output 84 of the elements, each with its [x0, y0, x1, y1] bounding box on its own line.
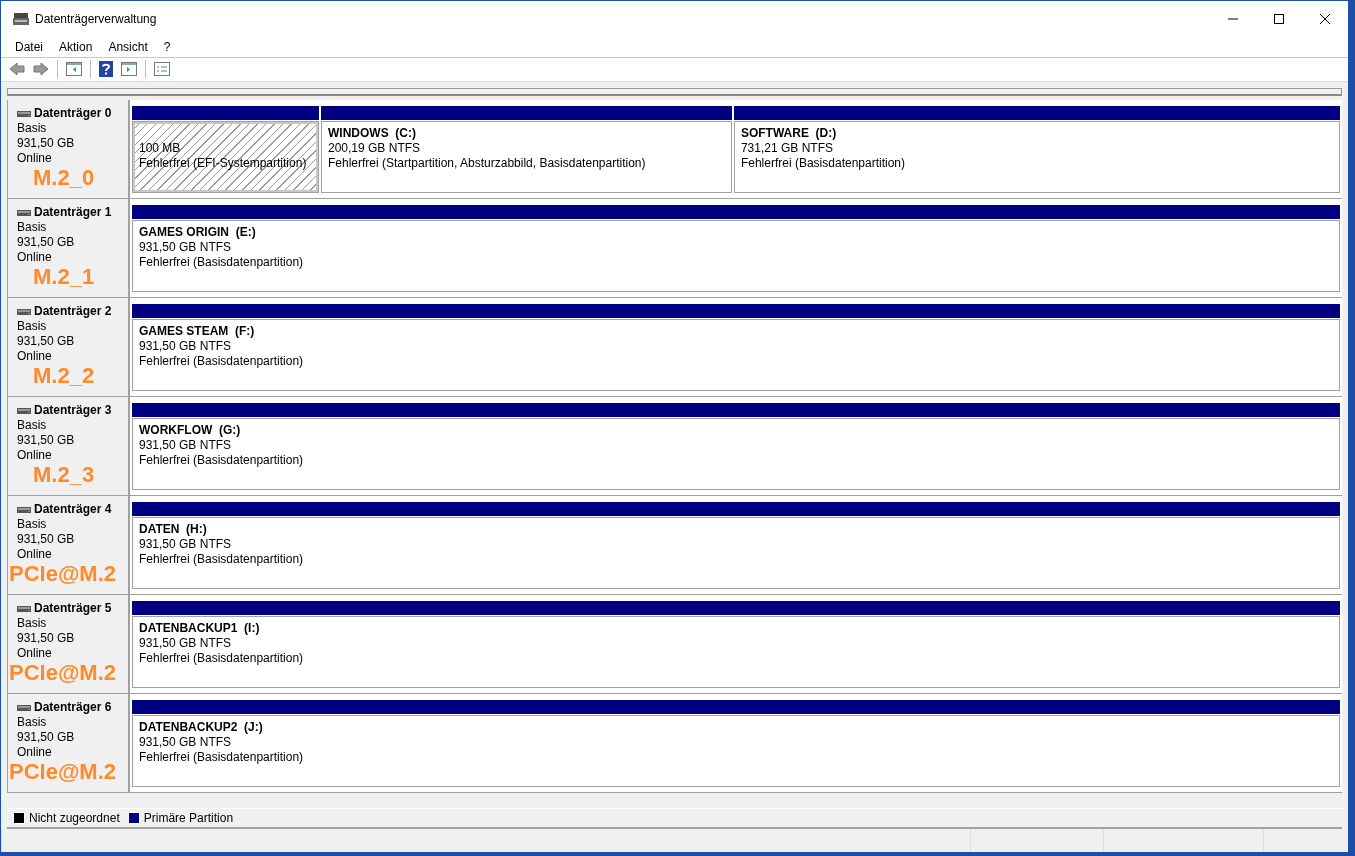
- partition-size: 931,50 GB NTFS: [139, 339, 233, 355]
- disk-annotation: PCIe@M.2: [9, 661, 118, 686]
- legend-label: Primäre Partition: [143, 811, 234, 826]
- partition-status: Fehlerfrei (Startpartition, Absturzabbild, Basisdatenpartition): [328, 156, 647, 172]
- disk-annotation: M.2_3: [33, 463, 96, 488]
- menu-item[interactable]: ?: [155, 37, 179, 57]
- disk-capacity: 931,50 GB: [17, 334, 76, 350]
- disk-type: Basis: [17, 517, 48, 533]
- window-title: Datenträgerverwaltung: [35, 12, 158, 26]
- disk-type: Basis: [17, 319, 48, 335]
- disk-title: Datenträger 3: [34, 403, 112, 419]
- disk-capacity: 931,50 GB: [17, 136, 76, 152]
- menu-item[interactable]: Ansicht: [100, 37, 156, 57]
- partition-name: DATEN (H:): [139, 522, 208, 538]
- partition-status: Fehlerfrei (Basisdatenpartition): [139, 552, 305, 568]
- partition-block[interactable]: DATENBACKUP1 (I:) 931,50 GB NTFS Fehlerfrei (Basisdatenpartition): [132, 616, 1340, 689]
- disk-manager-icon: [13, 12, 29, 26]
- disk-type: Basis: [17, 715, 48, 731]
- partition-name: GAMES ORIGIN (E:): [139, 225, 257, 241]
- disk-title: Datenträger 1: [34, 205, 112, 221]
- disk-status: Online: [17, 349, 53, 365]
- disk-title: Datenträger 6: [34, 700, 112, 716]
- partition-status: Fehlerfrei (EFI-Systempartition): [139, 156, 308, 172]
- partition-status: Fehlerfrei (Basisdatenpartition): [139, 255, 305, 271]
- partition-size: 200,19 GB NTFS: [328, 141, 422, 157]
- partition-status: Fehlerfrei (Basisdatenpartition): [139, 453, 305, 469]
- disk-info-panel[interactable]: Datenträger 4 Basis 931,50 GB Online PCIe@M.2: [8, 496, 130, 595]
- disk-type: Basis: [17, 220, 48, 236]
- disk-title: Datenträger 0: [34, 106, 112, 122]
- partition-block[interactable]: GAMES STEAM (F:) 931,50 GB NTFS Fehlerfrei (Basisdatenpartition): [132, 319, 1340, 392]
- disk-annotation: M.2_0: [33, 166, 96, 191]
- disk-annotation: PCIe@M.2: [9, 760, 118, 785]
- partition-block[interactable]: DATENBACKUP2 (J:) 931,50 GB NTFS Fehlerfrei (Basisdatenpartition): [132, 715, 1340, 788]
- disk-title: Datenträger 5: [34, 601, 112, 617]
- partition-name: DATENBACKUP2 (J:): [139, 720, 264, 736]
- partition-size: 100 MB: [139, 141, 182, 157]
- disk-status: Online: [17, 250, 53, 266]
- disk-annotation: PCIe@M.2: [9, 562, 118, 587]
- disk-capacity: 931,50 GB: [17, 631, 76, 647]
- disk-status: Online: [17, 448, 53, 464]
- disk-type: Basis: [17, 616, 48, 632]
- disk-status: Online: [17, 547, 53, 563]
- disk-status: Online: [17, 151, 53, 167]
- partition-block[interactable]: WINDOWS (C:) 200,19 GB NTFS Fehlerfrei (Startpartition, Absturzabbild, Basisdatenpartition): [321, 121, 732, 194]
- disk-annotation: M.2_1: [33, 265, 96, 290]
- disk-info-panel[interactable]: Datenträger 5 Basis 931,50 GB Online PCIe@M.2: [8, 595, 130, 694]
- partition-block[interactable]: SOFTWARE (D:) 731,21 GB NTFS Fehlerfrei (Basisdatenpartition): [733, 121, 1340, 194]
- partition-size: 931,50 GB NTFS: [139, 240, 233, 256]
- partition-size: 931,50 GB NTFS: [139, 537, 233, 553]
- partition-size: 731,21 GB NTFS: [740, 141, 834, 157]
- disk-info-panel[interactable]: Datenträger 6 Basis 931,50 GB Online PCIe@M.2: [8, 694, 130, 793]
- disk-annotation: M.2_2: [33, 364, 96, 389]
- partition-size: 931,50 GB NTFS: [139, 735, 233, 751]
- disk-title: Datenträger 4: [34, 502, 112, 518]
- disk-capacity: 931,50 GB: [17, 433, 76, 449]
- partition-block[interactable]: WORKFLOW (G:) 931,50 GB NTFS Fehlerfrei (Basisdatenpartition): [132, 418, 1340, 491]
- partition-block[interactable]: DATEN (H:) 931,50 GB NTFS Fehlerfrei (Basisdatenpartition): [132, 517, 1340, 590]
- partition-name: SOFTWARE (D:): [740, 126, 838, 142]
- maximize-icon: [1274, 14, 1284, 24]
- partition-name: WINDOWS (C:): [328, 126, 417, 142]
- disk-capacity: 931,50 GB: [17, 235, 76, 251]
- legend-label: Nicht zugeordnet: [29, 811, 120, 826]
- partition-name: DATENBACKUP1 (I:): [139, 621, 261, 637]
- disk-type: Basis: [17, 418, 48, 434]
- partition-name: WORKFLOW (G:): [139, 423, 242, 439]
- menu-item[interactable]: Datei: [7, 37, 51, 57]
- disk-capacity: 931,50 GB: [17, 730, 76, 746]
- partition-status: Fehlerfrei (Basisdatenpartition): [139, 750, 305, 766]
- partition-size: 931,50 GB NTFS: [139, 636, 233, 652]
- partition-block[interactable]: GAMES ORIGIN (E:) 931,50 GB NTFS Fehlerfrei (Basisdatenpartition): [132, 220, 1340, 293]
- partition-status: Fehlerfrei (Basisdatenpartition): [139, 651, 305, 667]
- disk-status: Online: [17, 745, 53, 761]
- close-icon: [1320, 14, 1330, 24]
- partition-status: Fehlerfrei (Basisdatenpartition): [740, 156, 906, 172]
- disk-status: Online: [17, 646, 53, 662]
- partition-block[interactable]: 100 MB Fehlerfrei (EFI-Systempartition): [132, 121, 319, 194]
- partition-status: Fehlerfrei (Basisdatenpartition): [139, 354, 305, 370]
- partition-name: GAMES STEAM (F:): [139, 324, 256, 340]
- disk-capacity: 931,50 GB: [17, 532, 76, 548]
- partition-size: 931,50 GB NTFS: [139, 438, 233, 454]
- help-button[interactable]: [97, 59, 115, 80]
- menu-item[interactable]: Aktion: [51, 37, 101, 57]
- disk-title: Datenträger 2: [34, 304, 112, 320]
- disk-type: Basis: [17, 121, 48, 137]
